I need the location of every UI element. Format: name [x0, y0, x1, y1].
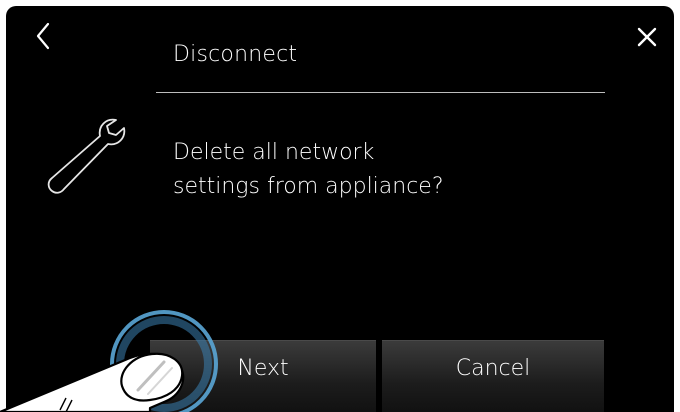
message-line-2: settings from appliance?: [173, 174, 444, 199]
confirmation-message: Delete all network settings from applian…: [173, 136, 593, 204]
close-button[interactable]: [632, 22, 662, 52]
close-icon: [637, 27, 657, 47]
next-button[interactable]: Next: [150, 340, 376, 412]
cancel-button[interactable]: Cancel: [382, 340, 604, 412]
wrench-icon: [42, 112, 134, 198]
title-divider: [156, 92, 605, 93]
back-button[interactable]: [30, 20, 58, 54]
message-line-1: Delete all network: [173, 140, 375, 165]
page-title: Disconnect: [173, 42, 298, 67]
chevron-left-icon: [36, 22, 50, 50]
appliance-display: Disconnect Delete all network settings f…: [6, 6, 674, 412]
